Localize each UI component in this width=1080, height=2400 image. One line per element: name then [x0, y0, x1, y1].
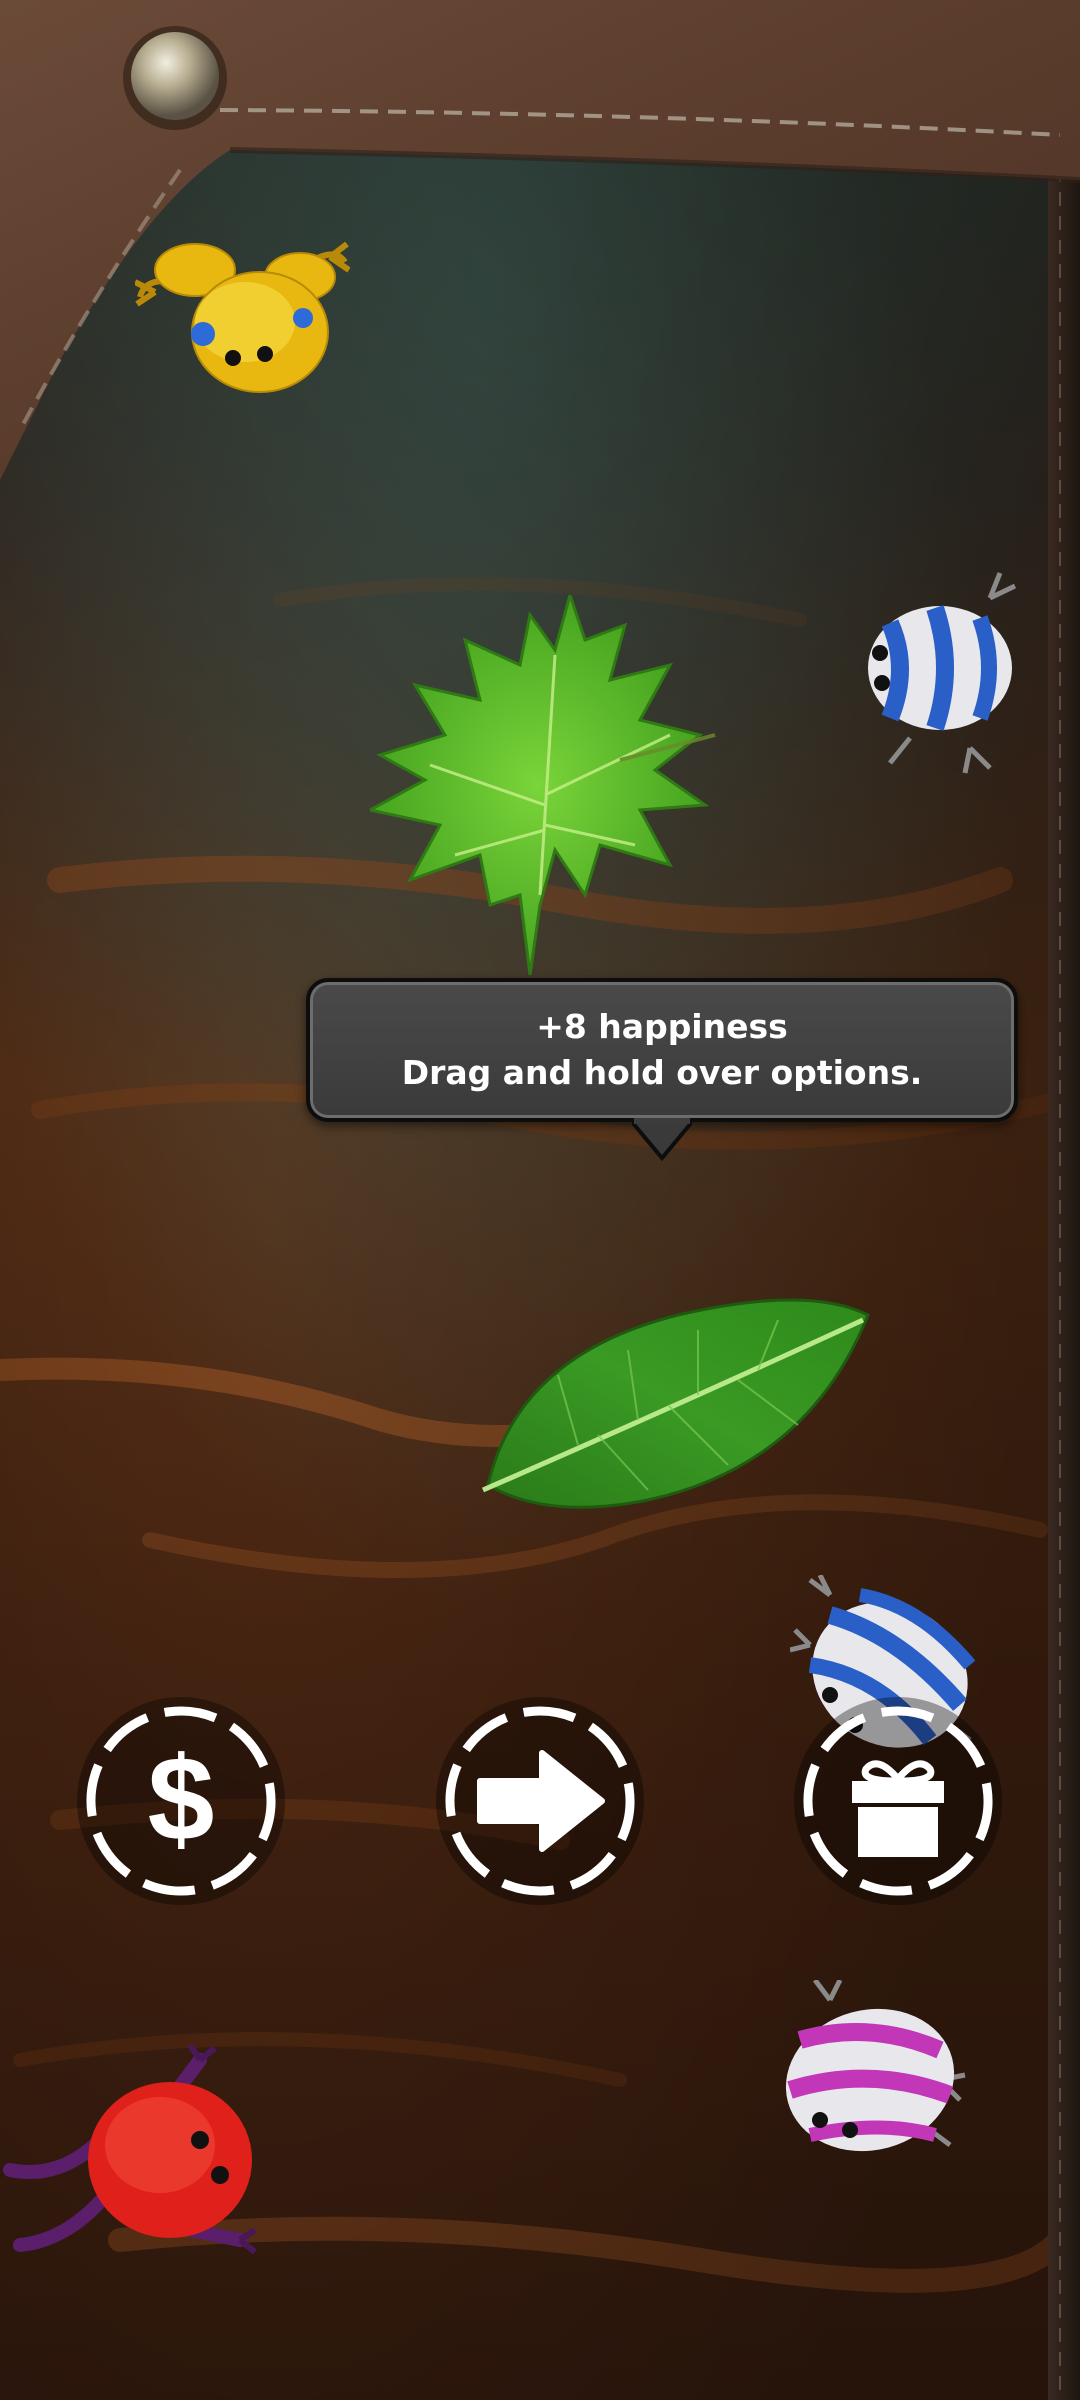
dollar-glyph: $: [148, 1732, 215, 1866]
dollar-icon: $: [77, 1697, 285, 1905]
green-leaf-item[interactable]: [478, 1295, 873, 1515]
gift-button[interactable]: [792, 1695, 1004, 1907]
arrow-right-icon: [436, 1697, 644, 1905]
tooltip-instruction-text: Drag and hold over options.: [401, 1053, 923, 1092]
game-scene: +8 happiness Drag and hold over options.: [0, 0, 1080, 2400]
next-button[interactable]: [434, 1695, 646, 1907]
hint-tooltip: +8 happiness Drag and hold over options.: [306, 978, 1018, 1122]
tooltip-happiness-text: +8 happiness: [536, 1007, 788, 1046]
pink-striped-frog[interactable]: [770, 1980, 970, 2170]
gift-icon: [794, 1697, 1002, 1905]
yellow-frog[interactable]: [135, 222, 350, 402]
red-frog[interactable]: [0, 2040, 270, 2270]
shop-button[interactable]: $: [75, 1695, 287, 1907]
blue-striped-frog[interactable]: [850, 568, 1020, 778]
tooltip-pointer: [632, 1118, 692, 1162]
maple-leaf-item[interactable]: [370, 595, 720, 975]
